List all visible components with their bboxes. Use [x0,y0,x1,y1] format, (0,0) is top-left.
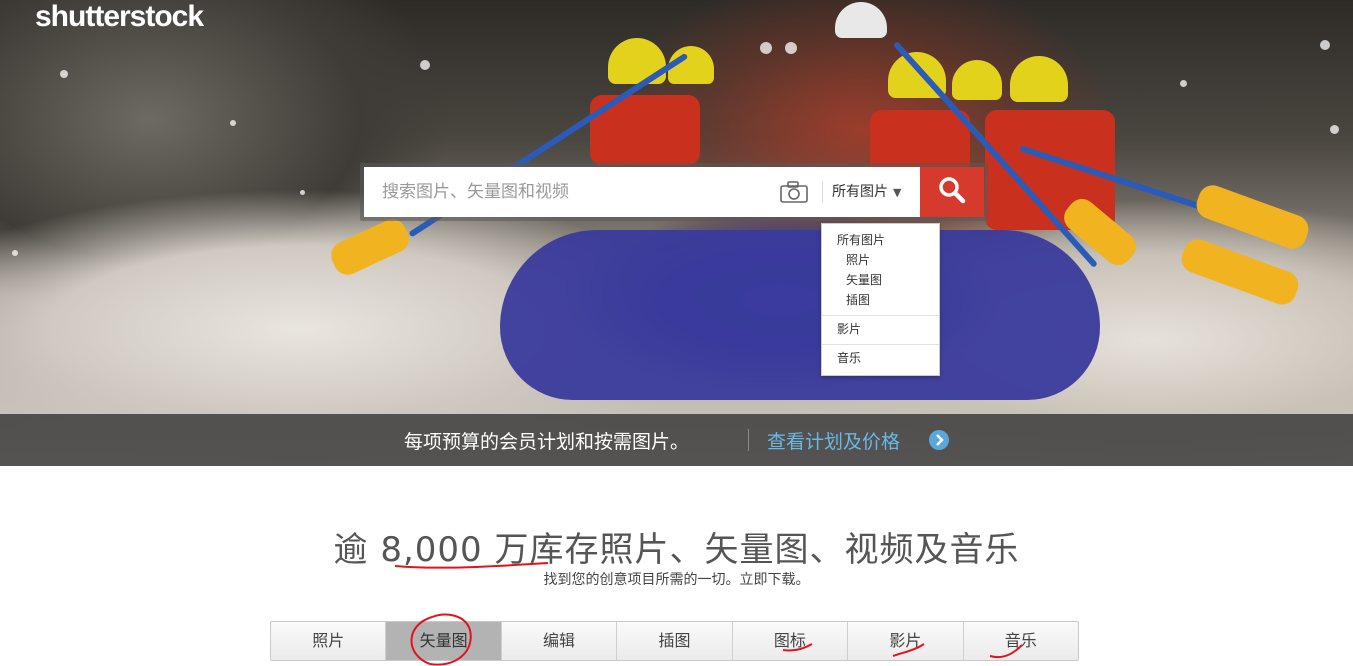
tab-editorial[interactable]: 编辑 [502,622,618,660]
image-type-selected-label: 所有图片 [832,184,888,200]
search-divider [822,181,823,203]
view-plans-link[interactable]: 查看计划及价格 [767,427,900,454]
search-bar: 所有图片 ▼ [360,163,988,221]
tab-icons[interactable]: 图标 [733,622,849,660]
page-headline: 逾 8,000 万库存照片、矢量图、视频及音乐 [333,530,1020,570]
shutterstock-logo[interactable]: shutterstock [35,0,204,34]
search-button[interactable] [920,167,984,217]
dropdown-item-vectors[interactable]: 矢量图 [822,270,939,290]
dropdown-divider [822,344,939,345]
search-icon [937,175,967,209]
tab-photos[interactable]: 照片 [271,622,387,660]
promo-text: 每项预算的会员计划和按需图片。 [404,431,690,453]
search-input[interactable] [364,167,774,217]
dropdown-item-footage[interactable]: 影片 [822,319,939,339]
promo-band: 每项预算的会员计划和按需图片。 查看计划及价格 [0,414,1353,466]
search-box: 所有图片 ▼ [364,167,920,217]
tab-music[interactable]: 音乐 [964,622,1078,660]
page-subheadline: 找到您的创意项目所需的一切。立即下载。 [543,572,810,588]
page: shutterstock 所有图片 ▼ [0,0,1353,666]
image-type-dropdown: 所有图片 照片 矢量图 插图 影片 音乐 [821,223,940,376]
dropdown-item-all-images[interactable]: 所有图片 [822,230,939,250]
tab-vectors[interactable]: 矢量图 [386,622,502,660]
image-type-select[interactable]: 所有图片 ▼ [832,167,901,217]
tab-footage[interactable]: 影片 [848,622,964,660]
tab-illustrations[interactable]: 插图 [617,622,733,660]
caret-down-icon: ▼ [893,186,902,199]
chevron-right-icon[interactable] [929,430,949,450]
dropdown-item-photos[interactable]: 照片 [822,250,939,270]
camera-icon[interactable] [780,181,808,203]
dropdown-item-illustrations[interactable]: 插图 [822,290,939,310]
dropdown-item-music[interactable]: 音乐 [822,348,939,368]
dropdown-divider [822,315,939,316]
promo-divider [748,429,749,451]
content-type-tabs: 照片 矢量图 编辑 插图 图标 影片 音乐 [270,621,1079,661]
hero-image [0,0,1353,466]
